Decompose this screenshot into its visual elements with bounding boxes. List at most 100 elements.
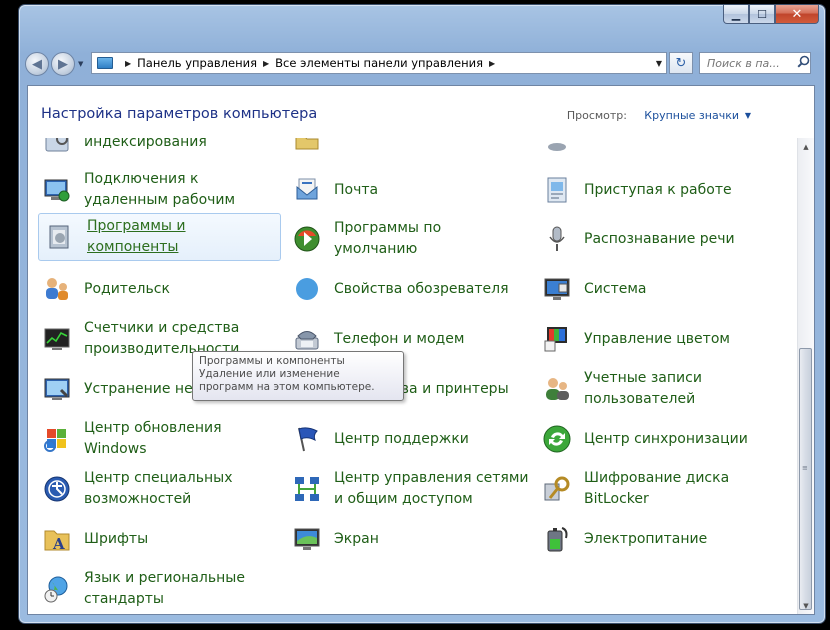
scroll-up-button[interactable]: ▲: [798, 138, 814, 155]
sync-center-icon: [540, 422, 574, 456]
item-windows-update[interactable]: Центр обновления Windows: [36, 415, 279, 463]
internet-options-icon: [290, 272, 324, 306]
item-label: Почта: [334, 181, 379, 198]
search-box[interactable]: [699, 52, 811, 74]
navigation-bar: ◀ ▶ ▼ ▶ Панель управления ▶ Все элементы…: [25, 50, 819, 80]
partial-icon: [540, 138, 574, 159]
action-center-icon: [290, 422, 324, 456]
bitlocker-icon: [540, 472, 574, 506]
item-parental-controls[interactable]: Родительск: [36, 265, 279, 313]
remote-desktop-icon: [40, 173, 74, 207]
item-label: Электропитание: [584, 530, 708, 547]
speech-recognition-icon: [540, 222, 574, 256]
item-display[interactable]: Экран: [286, 515, 529, 563]
performance-icon: [40, 322, 74, 356]
item-label: Центр управления сетями и общим доступом: [334, 470, 529, 507]
item-indexing[interactable]: индексирования: [36, 138, 279, 166]
item-label: Телефон и модем: [334, 330, 465, 347]
item-label: Учетные записи пользователей: [584, 370, 702, 407]
item-speech-recognition[interactable]: Распознавание речи: [536, 215, 779, 263]
grip-icon: ≡: [802, 464, 808, 472]
item-label: Экран: [334, 530, 379, 547]
view-label: Просмотр:: [566, 109, 627, 122]
item-default-programs[interactable]: Программы по умолчанию: [286, 215, 529, 263]
search-icon[interactable]: [797, 55, 810, 72]
back-button[interactable]: ◀: [25, 52, 49, 76]
maximize-button[interactable]: ☐: [749, 5, 775, 24]
breadcrumb-all-items[interactable]: Все элементы панели управления: [275, 56, 483, 70]
mail-icon: [290, 173, 324, 207]
folder-icon: [290, 138, 324, 159]
display-icon: [290, 522, 324, 556]
item-fonts[interactable]: A Шрифты: [36, 515, 279, 563]
item-label: Центр обновления Windows: [84, 420, 222, 457]
tooltip-title: Программы и компоненты: [199, 355, 345, 367]
page-title: Настройка параметров компьютера: [41, 106, 318, 122]
chevron-down-icon[interactable]: ▼: [745, 111, 751, 120]
item-label: Язык и региональные стандарты: [84, 570, 245, 607]
item-network-center[interactable]: Центр управления сетями и общим доступом: [286, 465, 529, 513]
item-column2-partial[interactable]: [286, 138, 529, 166]
item-mail[interactable]: Почта: [286, 166, 529, 214]
search-input[interactable]: [705, 55, 795, 71]
control-panel-items: индексирования Подключения к удаленным ра…: [28, 138, 797, 614]
item-sync-center[interactable]: Центр синхронизации: [536, 415, 779, 463]
item-label: Подключения к удаленным рабочим: [84, 171, 236, 208]
item-action-center[interactable]: Центр поддержки: [286, 415, 529, 463]
item-power-options[interactable]: Электропитание: [536, 515, 779, 563]
item-color-management[interactable]: Управление цветом: [536, 315, 779, 363]
item-bitlocker[interactable]: Шифрование диска BitLocker: [536, 465, 779, 513]
item-label: Родительск: [84, 280, 170, 297]
troubleshooting-icon: [40, 372, 74, 406]
parental-controls-icon: [40, 272, 74, 306]
view-mode-dropdown[interactable]: Крупные значки: [644, 109, 739, 122]
item-ease-of-access[interactable]: Центр специальных возможностей: [36, 465, 279, 513]
ease-of-access-icon: [40, 472, 74, 506]
item-label: Управление цветом: [584, 330, 730, 347]
fonts-icon: A: [40, 522, 74, 556]
item-label: Шифрование диска BitLocker: [584, 470, 730, 507]
programs-features-icon: [43, 220, 77, 254]
close-button[interactable]: ✕: [775, 5, 819, 24]
breadcrumb-control-panel[interactable]: Панель управления: [137, 56, 257, 70]
item-label: индексирования: [84, 138, 207, 150]
caption-controls: ▁ ☐ ✕: [723, 5, 819, 25]
scroll-down-button[interactable]: ▼: [798, 597, 814, 614]
chevron-right-icon[interactable]: ▶: [125, 59, 131, 68]
vertical-scrollbar[interactable]: ▲ ≡ ▼: [797, 138, 814, 614]
item-region-language[interactable]: Язык и региональные стандарты: [36, 565, 279, 613]
recent-pages-dropdown[interactable]: ▼: [78, 60, 83, 68]
windows-update-icon: [40, 422, 74, 456]
item-label: Распознавание речи: [584, 230, 735, 247]
system-icon: [540, 272, 574, 306]
item-label: Система: [584, 280, 647, 297]
item-label: Свойства обозревателя: [334, 280, 509, 297]
item-getting-started[interactable]: Приступая к работе: [536, 166, 779, 214]
network-center-icon: [290, 472, 324, 506]
item-column3-partial[interactable]: [536, 138, 779, 166]
item-label: Шрифты: [84, 530, 149, 547]
address-dropdown-icon[interactable]: ▼: [656, 59, 662, 68]
forward-button[interactable]: ▶: [51, 52, 75, 76]
region-language-icon: [40, 572, 74, 606]
minimize-button[interactable]: ▁: [723, 5, 749, 24]
scrollbar-thumb[interactable]: ≡: [799, 348, 812, 610]
user-accounts-icon: [540, 372, 574, 406]
item-label: Центр синхронизации: [584, 430, 748, 447]
item-label: Программы и компоненты: [87, 218, 186, 255]
item-label: Центр поддержки: [334, 430, 469, 447]
item-user-accounts[interactable]: Учетные записи пользователей: [536, 365, 779, 413]
item-system[interactable]: Система: [536, 265, 779, 313]
item-tooltip: Программы и компоненты Удаление или изме…: [192, 351, 404, 401]
address-bar[interactable]: ▶ Панель управления ▶ Все элементы панел…: [91, 52, 667, 74]
indexing-icon: [40, 138, 74, 159]
item-internet-options[interactable]: Свойства обозревателя: [286, 265, 529, 313]
chevron-right-icon[interactable]: ▶: [489, 59, 495, 68]
chevron-right-icon[interactable]: ▶: [263, 59, 269, 68]
item-programs-features[interactable]: Программы и компоненты: [38, 213, 281, 261]
tooltip-description: Удаление или изменение программ на этом …: [199, 368, 375, 393]
control-panel-window: ▁ ☐ ✕ ◀ ▶ ▼ ▶ Панель управления ▶ Все эл…: [18, 4, 826, 624]
item-remote-desktop[interactable]: Подключения к удаленным рабочим: [36, 166, 279, 214]
color-management-icon: [540, 322, 574, 356]
refresh-button[interactable]: ↻: [669, 52, 693, 74]
